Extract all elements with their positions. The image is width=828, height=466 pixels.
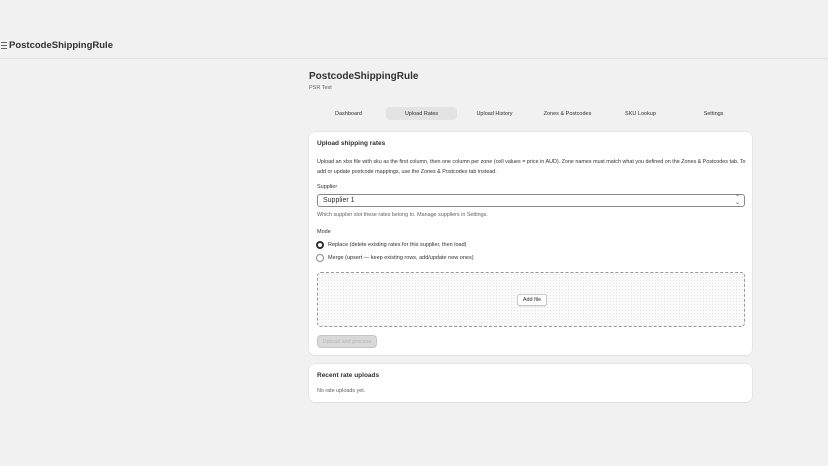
upload-and-process-button[interactable]: Upload and process: [317, 335, 377, 348]
recent-uploads-title: Recent rate uploads: [317, 372, 380, 379]
upload-rates-card: Upload shipping rates Upload an xlsx fil…: [309, 132, 752, 355]
mode-replace-option[interactable]: Replace (delete existing rates for this …: [316, 240, 467, 249]
tab-upload-history[interactable]: Upload History: [459, 107, 530, 120]
tab-upload-rates[interactable]: Upload Rates: [386, 107, 457, 120]
supplier-help-text: Which supplier slot these rates belong t…: [317, 212, 488, 218]
supplier-label: Supplier: [317, 184, 338, 190]
page-subtitle: PSR Test: [309, 85, 332, 91]
header-divider: [0, 58, 828, 59]
radio-merge-label: Merge (upsert — keep existing rows, add/…: [328, 254, 474, 261]
upload-description: Upload an xlsx file with sku as the firs…: [317, 159, 746, 175]
radio-replace[interactable]: [316, 240, 324, 249]
add-file-button[interactable]: Add file: [517, 294, 547, 306]
tab-bar: Dashboard Upload Rates Upload History Zo…: [313, 107, 749, 120]
supplier-select[interactable]: Supplier 1 ⌃ ⌄: [317, 194, 745, 207]
mode-merge-option[interactable]: Merge (upsert — keep existing rows, add/…: [316, 253, 474, 262]
card-title: Upload shipping rates: [317, 140, 386, 147]
app-title: PostcodeShippingRule: [9, 40, 113, 51]
supplier-select-value: Supplier 1: [323, 197, 355, 204]
top-bar: PostcodeShippingRule: [0, 0, 828, 58]
hamburger-menu-icon[interactable]: [1, 42, 7, 49]
select-chevron-icon: ⌃ ⌄: [734, 195, 740, 206]
mode-label: Mode: [317, 229, 331, 235]
file-dropzone[interactable]: Add file: [317, 272, 745, 327]
recent-uploads-card: Recent rate uploads No rate uploads yet.: [309, 364, 752, 402]
page-title: PostcodeShippingRule: [309, 71, 419, 82]
tab-zones-postcodes[interactable]: Zones & Postcodes: [532, 107, 603, 120]
tab-dashboard[interactable]: Dashboard: [313, 107, 384, 120]
radio-merge[interactable]: [316, 253, 324, 262]
tab-settings[interactable]: Settings: [678, 107, 749, 120]
tab-sku-lookup[interactable]: SKU Lookup: [605, 107, 676, 120]
empty-state-text: No rate uploads yet.: [317, 388, 366, 394]
radio-replace-label: Replace (delete existing rates for this …: [328, 241, 467, 248]
